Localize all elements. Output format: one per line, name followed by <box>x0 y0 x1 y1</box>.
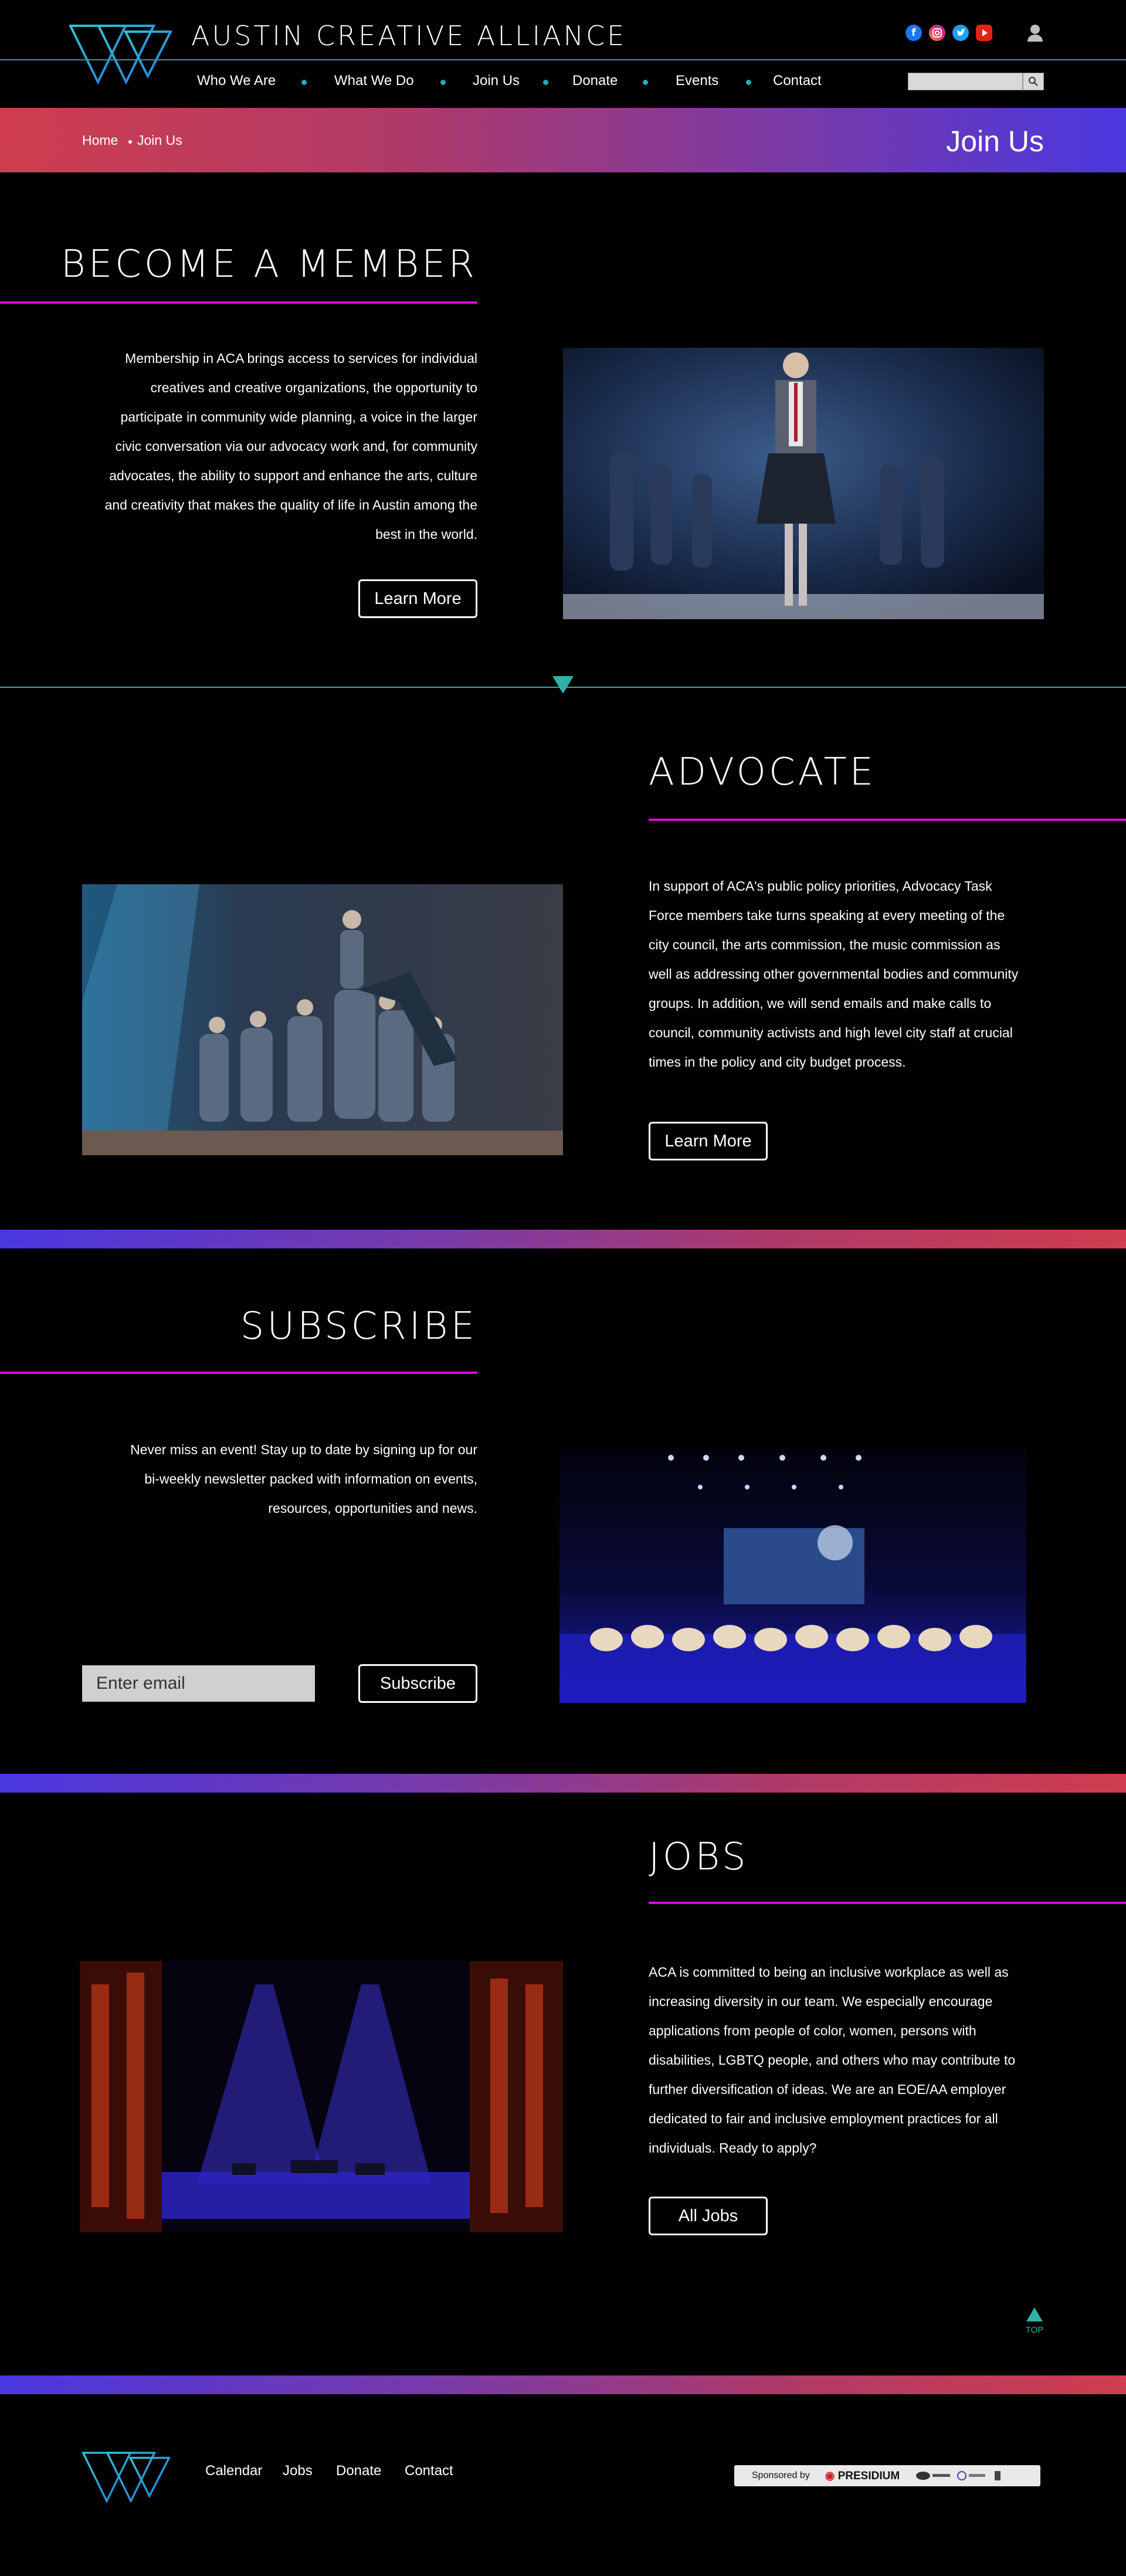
advocate-photo <box>82 884 563 1155</box>
breadcrumb-current: Join Us <box>137 133 182 148</box>
advocate-learn-more-button[interactable]: Learn More <box>649 1122 768 1160</box>
arrow-up-icon <box>1026 2307 1043 2322</box>
page: { "site": {"title": "AUSTIN CREATIVE ALL… <box>0 0 1126 2576</box>
member-photo <box>563 348 1044 619</box>
sponsor-strip: Sponsored by ◉ PRESIDIUM <box>734 2465 1040 2486</box>
site-title[interactable]: AUSTIN CREATIVE ALLIANCE <box>191 20 626 52</box>
subscribe-photo <box>559 1446 1026 1703</box>
subscribe-button[interactable]: Subscribe <box>358 1664 477 1703</box>
site-header: AUSTIN CREATIVE ALLIANCE f Who We Are Wh… <box>0 0 1126 108</box>
nav-item-events[interactable]: Events <box>676 73 718 89</box>
sponsor-logos-icon <box>916 2471 1001 2480</box>
nav-item-what-we-do[interactable]: What We Do <box>334 73 414 89</box>
footer-link-jobs[interactable]: Jobs <box>283 2463 313 2479</box>
sponsor-label: Sponsored by <box>752 2470 810 2480</box>
sponsor-logo[interactable]: ◉ PRESIDIUM <box>825 2469 900 2483</box>
page-banner: Home Join Us Join Us <box>0 108 1126 172</box>
advocate-title: ADVOCATE <box>649 751 876 794</box>
member-text: Membership in ACA brings access to servi… <box>104 351 477 542</box>
footer-link-contact[interactable]: Contact <box>405 2463 453 2479</box>
jobs-text: ACA is committed to being an inclusive w… <box>649 1964 1016 2156</box>
gradient-divider <box>0 1230 1126 1248</box>
email-input[interactable] <box>82 1665 315 1702</box>
jobs-photo <box>80 1961 563 2232</box>
jobs-title: JOBS <box>649 1835 749 1879</box>
member-underline <box>0 301 477 304</box>
nav-item-who-we-are[interactable]: Who We Are <box>197 73 276 89</box>
back-to-top-label: TOP <box>1025 2325 1044 2335</box>
gradient-divider <box>0 1774 1126 1793</box>
footer-link-calendar[interactable]: Calendar <box>205 2463 262 2479</box>
advocate-text: In support of ACA's public policy priori… <box>649 878 1019 1070</box>
footer-link-donate[interactable]: Donate <box>336 2463 381 2479</box>
search-icon <box>1029 77 1038 86</box>
instagram-icon[interactable] <box>929 25 945 41</box>
back-to-top-button[interactable]: TOP <box>1024 2307 1045 2343</box>
nav-separator <box>543 80 548 85</box>
jobs-underline <box>649 1902 1126 1904</box>
nav-separator <box>301 80 307 85</box>
breadcrumb-home[interactable]: Home <box>82 133 118 148</box>
member-title: BECOME A MEMBER <box>60 243 477 286</box>
advocate-underline <box>649 819 1126 821</box>
youtube-icon[interactable] <box>976 25 992 41</box>
subscribe-title: SUBSCRIBE <box>240 1305 477 1348</box>
search-input[interactable] <box>908 73 1023 90</box>
nav-separator <box>643 80 648 85</box>
footer-logo-icon[interactable] <box>82 2449 170 2505</box>
triangle-down-icon <box>552 676 574 694</box>
header-divider <box>0 59 1126 60</box>
facebook-icon[interactable]: f <box>905 25 922 41</box>
search-button[interactable] <box>1023 73 1044 90</box>
nav-separator <box>440 80 446 85</box>
subscribe-text: Never miss an event! Stay up to date by … <box>130 1442 477 1516</box>
nav-item-donate[interactable]: Donate <box>572 73 618 89</box>
nav-separator <box>746 80 751 85</box>
user-icon[interactable] <box>1026 23 1044 42</box>
subscribe-underline <box>0 1372 477 1374</box>
gradient-divider <box>0 2375 1126 2394</box>
nav-item-contact[interactable]: Contact <box>773 73 822 89</box>
page-title: Join Us <box>946 125 1044 158</box>
all-jobs-button[interactable]: All Jobs <box>649 2197 768 2235</box>
breadcrumb-separator <box>128 140 132 144</box>
nav-item-join-us[interactable]: Join Us <box>473 73 520 89</box>
twitter-icon[interactable] <box>952 25 969 41</box>
member-learn-more-button[interactable]: Learn More <box>358 579 477 618</box>
